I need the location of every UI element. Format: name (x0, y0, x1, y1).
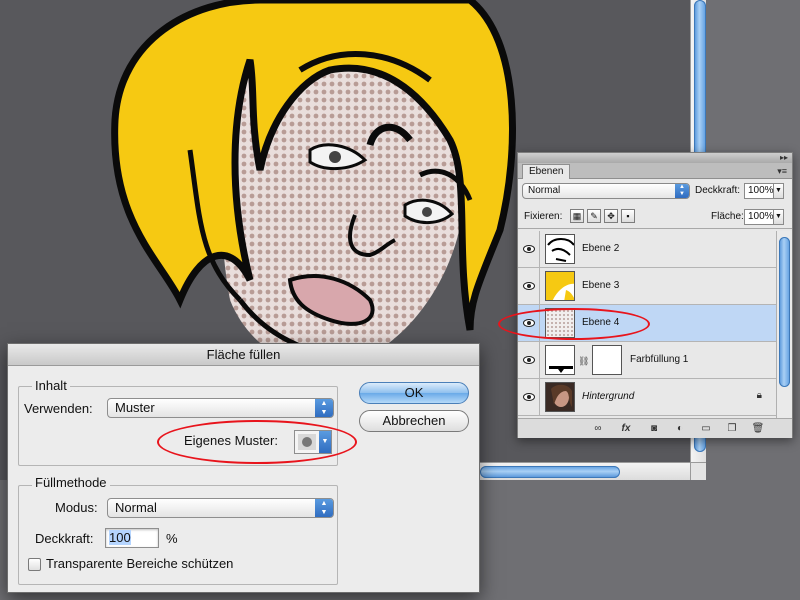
visibility-toggle[interactable] (518, 342, 540, 378)
updown-arrows-icon: ▲ ▼ (675, 184, 689, 198)
layer-name[interactable]: Ebene 4 (582, 316, 619, 330)
layer-mask-icon[interactable]: ◙ (646, 422, 662, 436)
eye-icon (523, 319, 535, 327)
opacity-input[interactable]: 100 (105, 528, 159, 548)
lock-label: Fixieren: (524, 211, 563, 222)
visibility-toggle[interactable] (518, 305, 540, 341)
tab-layers[interactable]: Ebenen (522, 164, 571, 179)
use-select-value: Muster (115, 400, 155, 415)
fill-layer-thumbnail (545, 345, 575, 375)
layer-row-hintergrund[interactable]: Hintergrund 🔒︎ (518, 379, 776, 416)
ok-button[interactable]: OK (359, 382, 469, 404)
layer-row-ebene-3[interactable]: Ebene 3 (518, 268, 776, 305)
horizontal-scrollbar[interactable] (480, 462, 690, 480)
panel-menu-icon[interactable]: ▾≡ (777, 165, 787, 177)
layer-thumbnail (545, 308, 575, 338)
visibility-toggle[interactable] (518, 268, 540, 304)
layer-name[interactable]: Ebene 3 (582, 279, 619, 293)
layer-mask-thumbnail[interactable] (592, 345, 622, 375)
layer-name[interactable]: Farbfüllung 1 (630, 353, 688, 367)
visibility-toggle[interactable] (518, 379, 540, 415)
fx-icon[interactable]: fx (618, 422, 634, 436)
layers-scroll-thumb[interactable] (779, 237, 790, 387)
opacity-label: Deckkraft: (695, 185, 741, 196)
lock-position-icon[interactable]: ✥ (604, 209, 618, 223)
mode-select-value: Normal (115, 500, 157, 515)
panel-tab-bar: Ebenen ▾≡ (518, 163, 792, 179)
panel-titlebar[interactable]: ▸▸ (518, 153, 792, 163)
opacity-dropdown-icon[interactable]: ▼ (774, 183, 784, 199)
new-layer-icon[interactable]: ❐ (724, 422, 740, 436)
lock-image-icon[interactable]: ✎ (587, 209, 601, 223)
custom-pattern-picker[interactable]: ▼ (294, 430, 332, 454)
adjustment-layer-icon[interactable]: ◐ (672, 422, 688, 436)
link-chain-icon[interactable]: ⛓ (578, 356, 589, 367)
pattern-dot-icon (302, 437, 312, 447)
layers-footer-toolbar: ∞ fx ◙ ◐ ▭ ❐ 🗑︎ (518, 418, 792, 438)
layer-thumbnail (545, 234, 575, 264)
use-label: Verwenden: (24, 401, 93, 416)
fill-dialog: Fläche füllen Inhalt Verwenden: Muster ▲… (7, 343, 480, 593)
layer-row-ebene-4[interactable]: Ebene 4 (518, 305, 776, 342)
custom-pattern-label: Eigenes Muster: (184, 433, 278, 448)
dropdown-arrow-icon: ▼ (319, 431, 331, 453)
blend-mode-select[interactable]: Normal ▲ ▼ (522, 183, 690, 199)
visibility-toggle[interactable] (518, 231, 540, 267)
fill-dropdown-icon[interactable]: ▼ (774, 209, 784, 225)
dialog-title[interactable]: Fläche füllen (8, 344, 479, 366)
lock-all-icon[interactable]: ▪ (621, 209, 635, 223)
lock-fill-row: Fixieren: ▦ ✎ ✥ ▪ Fläche: 100% ▼ (518, 205, 792, 229)
horizontal-scroll-thumb[interactable] (480, 466, 620, 478)
layer-thumbnail (545, 271, 575, 301)
opacity-input[interactable]: 100% (744, 183, 774, 199)
new-group-icon[interactable]: ▭ (698, 422, 714, 436)
mode-label: Modus: (55, 500, 98, 515)
collapse-panel-icon[interactable]: ▸▸ (780, 153, 788, 163)
link-layers-icon[interactable]: ∞ (590, 422, 606, 436)
lock-transparency-icon[interactable]: ▦ (570, 209, 584, 223)
layer-name[interactable]: Hintergrund (582, 390, 634, 404)
fill-input[interactable]: 100% (744, 209, 774, 225)
updown-arrows-icon: ▲ ▼ (315, 399, 333, 417)
eye-icon (523, 356, 535, 364)
layer-row-farbfuellung-1[interactable]: ⛓ Farbfüllung 1 (518, 342, 776, 379)
eye-icon (523, 393, 535, 401)
content-group-title: Inhalt (32, 378, 70, 394)
updown-arrows-icon: ▲ ▼ (315, 499, 333, 517)
preserve-transparency-checkbox[interactable] (28, 558, 41, 571)
eye-icon (523, 245, 535, 253)
layer-row-ebene-2[interactable]: Ebene 2 (518, 231, 776, 268)
layer-thumbnail (545, 382, 575, 412)
window-resize-grip[interactable] (690, 462, 706, 480)
eye-icon (523, 282, 535, 290)
blend-opacity-row: Normal ▲ ▼ Deckkraft: 100% ▼ (518, 181, 792, 203)
opacity-unit: % (166, 531, 178, 546)
mode-select[interactable]: Normal ▲ ▼ (107, 498, 334, 518)
layers-panel: ▸▸ Ebenen ▾≡ Normal ▲ ▼ Deckkraft: 100% ▼… (517, 152, 793, 438)
cancel-button[interactable]: Abbrechen (359, 410, 469, 432)
lock-icon: 🔒︎ (756, 390, 762, 401)
pattern-swatch (298, 434, 316, 450)
layer-name[interactable]: Ebene 2 (582, 242, 619, 256)
preserve-transparency-label[interactable]: Transparente Bereiche schützen (46, 555, 233, 573)
trash-icon[interactable]: 🗑︎ (750, 422, 766, 436)
fill-label: Fläche: (711, 211, 744, 222)
opacity-input-value: 100 (109, 530, 131, 545)
blending-group-title: Füllmethode (32, 475, 110, 491)
opacity-label: Deckkraft: (35, 531, 94, 546)
layers-scrollbar[interactable] (776, 231, 792, 418)
layer-list: Ebene 2 Ebene 3 Ebene 4 ⛓ Farbfüllung 1 … (518, 231, 776, 418)
use-select[interactable]: Muster ▲ ▼ (107, 398, 334, 418)
blend-mode-value: Normal (528, 185, 561, 196)
